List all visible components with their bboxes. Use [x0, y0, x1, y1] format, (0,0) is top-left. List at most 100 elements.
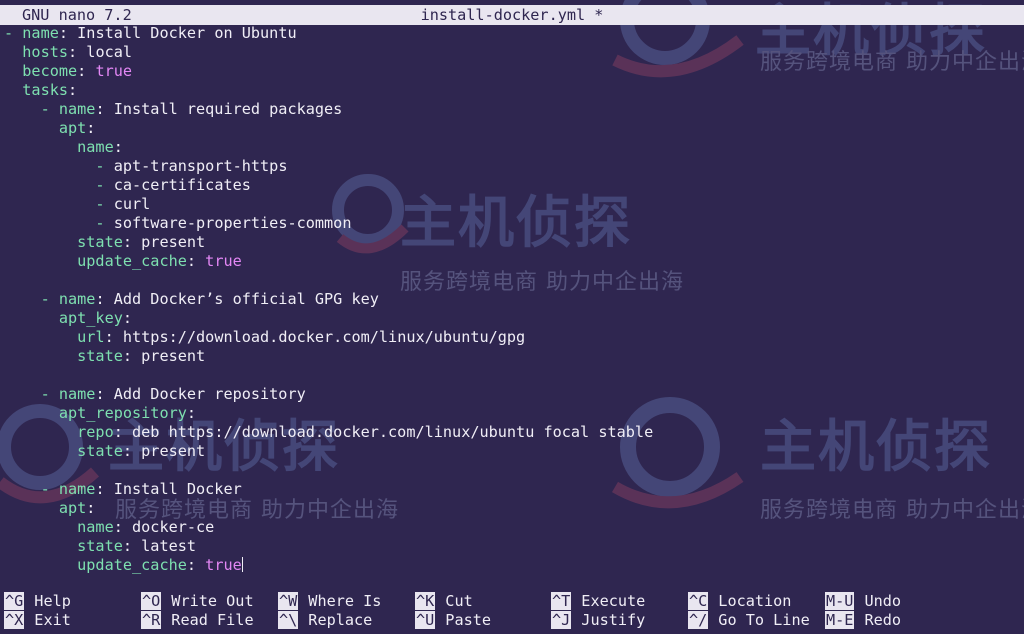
yaml-key: apt_key: [4, 309, 123, 327]
shortcut-key: ^J: [551, 611, 572, 629]
file-name: install-docker.yml *: [420, 6, 604, 24]
paste-shortcut[interactable]: ^U Paste: [415, 611, 491, 630]
yaml-value: :: [86, 499, 96, 517]
code-line: - curl: [4, 195, 150, 214]
yaml-key: -: [4, 157, 114, 175]
yaml-key: name: [4, 138, 114, 156]
shortcut-label: Execute: [581, 592, 646, 610]
shortcut-label: Where Is: [308, 592, 382, 610]
yaml-key: apt: [4, 499, 87, 517]
yaml-key: - name: [4, 24, 59, 42]
yaml-value: :: [77, 62, 96, 80]
cut-shortcut[interactable]: ^K Cut: [415, 592, 473, 611]
yaml-key: - name: [4, 480, 96, 498]
yaml-key: state: [4, 347, 123, 365]
yaml-key: repo: [4, 423, 114, 441]
code-line: update_cache: true: [4, 252, 242, 271]
shortcut-label: Help: [34, 592, 71, 610]
code-line: state: present: [4, 442, 205, 461]
code-line: name:: [4, 138, 123, 157]
justify-shortcut[interactable]: ^J Justify: [551, 611, 645, 630]
yaml-value: : Add Docker’s official GPG key: [95, 290, 379, 308]
yaml-key: -: [4, 195, 114, 213]
yaml-key: update_cache: [4, 556, 187, 574]
shortcut-label: Justify: [581, 611, 646, 629]
code-line: - name: Install Docker: [4, 480, 242, 499]
yaml-key: state: [4, 537, 123, 555]
title-bar: GNU nano 7.2 install-docker.yml *: [0, 5, 1024, 25]
shortcut-label: Cut: [445, 592, 473, 610]
code-line: apt:: [4, 499, 96, 518]
yaml-value: : Install required packages: [95, 100, 343, 118]
code-line: - name: Add Docker’s official GPG key: [4, 290, 379, 309]
shortcut-key: M-U: [825, 592, 855, 610]
code-line: hosts: local: [4, 43, 132, 62]
shortcut-bar: ^G Help ^O Write Out ^W Where Is ^K Cut ^T Ex…: [0, 592, 1024, 632]
yaml-value: :: [68, 81, 78, 99]
yaml-value: apt-transport-https: [113, 157, 288, 175]
yaml-key: update_cache: [4, 252, 187, 270]
shortcut-label: Paste: [445, 611, 492, 629]
shortcut-key: ^R: [141, 611, 162, 629]
code-line: - ca-certificates: [4, 176, 251, 195]
yaml-value: software-properties-common: [113, 214, 352, 232]
code-line: become: true: [4, 62, 132, 81]
shortcut-label: Redo: [864, 611, 902, 629]
yaml-key: - name: [4, 385, 96, 403]
yaml-key: -: [4, 214, 114, 232]
yaml-value: : docker-ce: [113, 518, 215, 536]
exit-shortcut[interactable]: ^X Exit: [4, 611, 71, 630]
yaml-key: state: [4, 233, 123, 251]
yaml-key: - name: [4, 100, 96, 118]
shortcut-label: Replace: [308, 611, 373, 629]
code-line: - apt-transport-https: [4, 157, 287, 176]
redo-shortcut[interactable]: M-E Redo: [825, 611, 901, 630]
yaml-key: apt: [4, 119, 87, 137]
shortcut-key: ^W: [278, 592, 299, 610]
yaml-key: apt_repository: [4, 404, 187, 422]
yaml-key: state: [4, 442, 123, 460]
shortcut-label: Write Out: [171, 592, 254, 610]
yaml-key: - name: [4, 290, 96, 308]
location-shortcut[interactable]: ^C Location: [688, 592, 791, 611]
yaml-value: :: [186, 556, 206, 574]
yaml-boolean: true: [205, 252, 242, 270]
where-is-shortcut[interactable]: ^W Where Is: [278, 592, 381, 611]
yaml-value: ca-certificates: [113, 176, 251, 194]
yaml-value: : local: [68, 43, 133, 61]
code-line: - name: Add Docker repository: [4, 385, 306, 404]
yaml-value: :: [113, 138, 123, 156]
yaml-key: -: [4, 176, 114, 194]
shortcut-label: Go To Line: [718, 611, 810, 629]
shortcut-label: Read File: [171, 611, 254, 629]
go-to-line-shortcut[interactable]: ^/ Go To Line: [688, 611, 810, 630]
yaml-value: : Add Docker repository: [95, 385, 306, 403]
shortcut-label: Location: [718, 592, 792, 610]
code-line: name: docker-ce: [4, 518, 214, 537]
yaml-value: : present: [122, 347, 206, 365]
help-shortcut[interactable]: ^G Help: [4, 592, 71, 611]
yaml-key: hosts: [4, 43, 69, 61]
code-line: apt:: [4, 119, 96, 138]
yaml-value: : Install Docker: [95, 480, 242, 498]
undo-shortcut[interactable]: M-U Undo: [825, 592, 901, 611]
yaml-value: :: [186, 404, 197, 422]
yaml-value: : present: [122, 233, 206, 251]
execute-shortcut[interactable]: ^T Execute: [551, 592, 645, 611]
code-line: apt_repository:: [4, 404, 196, 423]
shortcut-key: ^X: [4, 611, 25, 629]
yaml-value: :: [86, 119, 96, 137]
shortcut-key: ^O: [141, 592, 162, 610]
shortcut-key: ^K: [415, 592, 436, 610]
yaml-value: curl: [113, 195, 151, 213]
yaml-value: : latest: [122, 537, 197, 555]
yaml-value: : Install Docker on Ubuntu: [58, 24, 297, 42]
write-out-shortcut[interactable]: ^O Write Out: [141, 592, 254, 611]
yaml-boolean: true: [95, 62, 133, 80]
editor-buffer[interactable]: - name: Install Docker on Ubuntu hosts: …: [0, 24, 1024, 576]
replace-shortcut[interactable]: ^\ Replace: [278, 611, 372, 630]
code-line: update_cache: true: [4, 556, 243, 575]
read-file-shortcut[interactable]: ^R Read File: [141, 611, 254, 630]
code-line: - name: Install required packages: [4, 100, 343, 119]
yaml-boolean: true: [205, 556, 242, 574]
